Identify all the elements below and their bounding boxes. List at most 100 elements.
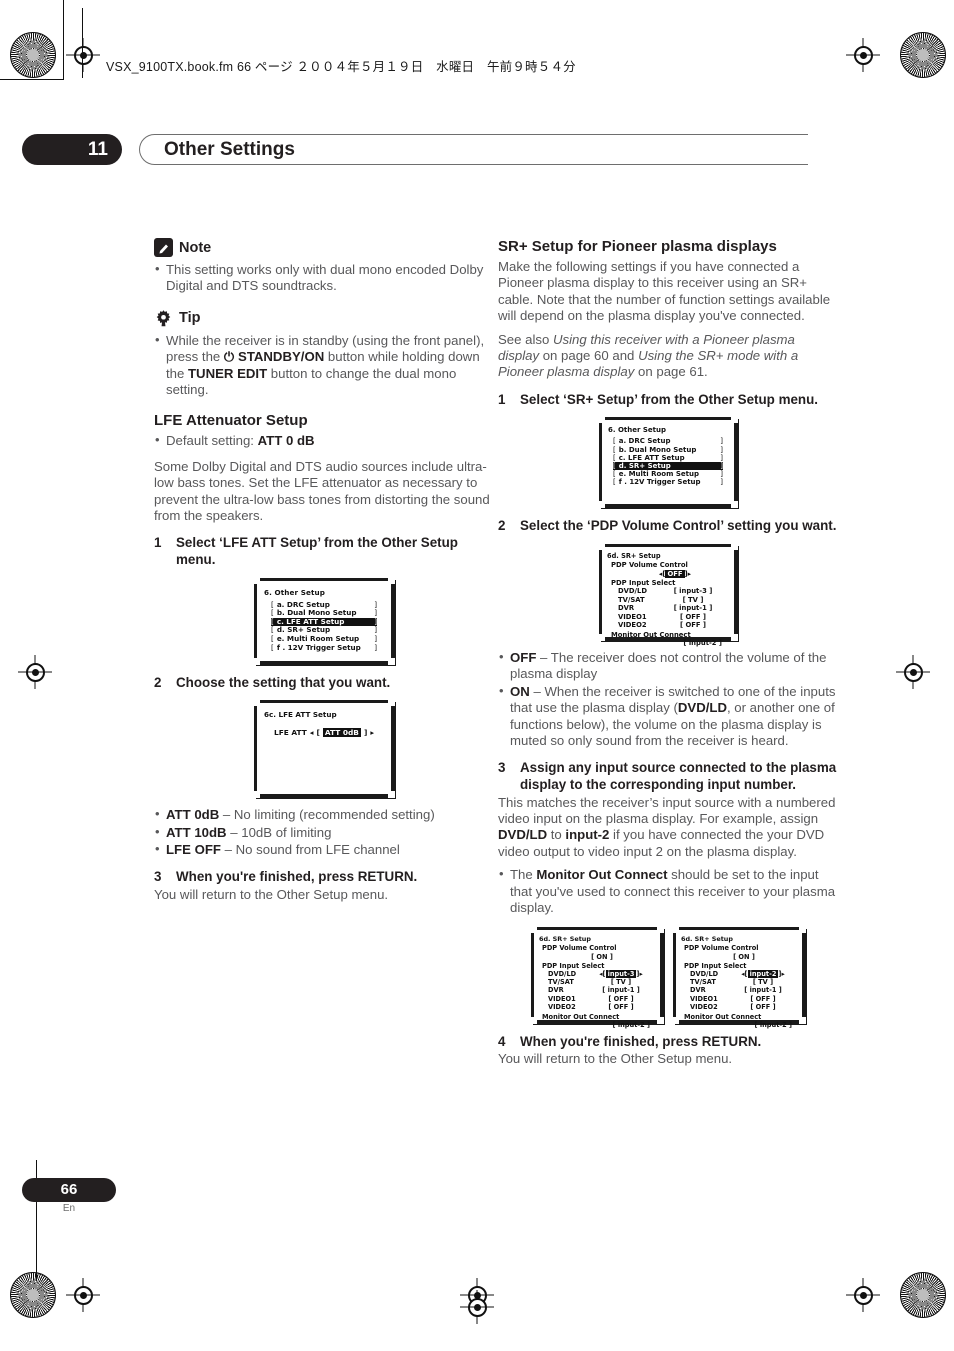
osd-input-value[interactable]: [ input-1 ] (674, 604, 713, 612)
osd-input-select-label: PDP Input Select (684, 961, 747, 970)
osd-input-name: TV/SAT (548, 977, 574, 986)
lfe-options-list: ATT 0dB – No limiting (recommended setti… (154, 806, 494, 858)
osd-input-row[interactable]: DVR [ input-1 ] (618, 604, 730, 613)
osd-menu-item-label: f . 12V Trigger Setup (276, 642, 361, 652)
option-desc: – No sound from LFE channel (220, 842, 400, 858)
osd-other-setup-wrapper: 6. Other Setup [a. DRC Setup][b. Dual Mo… (154, 576, 494, 665)
osd-input-name: DVD/LD (618, 587, 647, 596)
osd-input-value[interactable]: [ OFF ] (608, 1003, 633, 1011)
section-heading-lfe: LFE Attenuator Setup (154, 412, 308, 430)
emphasis-text: Monitor Out Connect (536, 867, 668, 883)
osd-menu-item[interactable]: [f . 12V Trigger Setup] (613, 478, 723, 486)
osd-menu-item[interactable]: [f . 12V Trigger Setup] (271, 642, 377, 653)
osd-menu-item-label: e. Multi Room Setup (618, 470, 699, 479)
registration-mark-top-mid (460, 1290, 494, 1324)
osd-input-row[interactable]: VIDEO1 [ OFF ] (618, 613, 730, 622)
osd-input-row[interactable]: TV/SAT [ TV ] (618, 596, 730, 605)
right-arrow-icon[interactable]: ▸ (688, 570, 691, 578)
note-label: Note (179, 239, 212, 256)
osd-monitor-value: [ input-2 ] (754, 1020, 792, 1029)
osd-input-value[interactable]: [ OFF ] (750, 995, 775, 1003)
osd-input-name: VIDEO1 (618, 612, 647, 621)
step-3: 3 When you're finished, press RETURN. (154, 869, 494, 886)
osd-input-value[interactable]: [ input-1 ] (744, 986, 781, 994)
list-item: While the receiver is in standby (using … (154, 332, 494, 399)
list-item: LFE OFF – No sound from LFE channel (154, 841, 494, 858)
osd-volume-value[interactable]: OFF (665, 570, 685, 579)
osd-input-row[interactable]: VIDEO2 [ OFF ] (548, 1003, 658, 1011)
osd-input-name: DVR (618, 604, 635, 613)
osd-menu-list: [a. DRC Setup][b. Dual Mono Setup][c. LF… (613, 437, 734, 486)
right-arrow-icon[interactable]: ▸ (781, 970, 784, 978)
osd-input-name: DVD/LD (548, 969, 577, 978)
osd-input-value[interactable]: [ TV ] (683, 596, 704, 604)
page-title: Other Settings (164, 139, 295, 160)
osd-input-row[interactable]: DVR [ input-1 ] (548, 986, 658, 994)
osd-input-row[interactable]: VIDEO1 [ OFF ] (548, 995, 658, 1003)
osd-input-value[interactable]: [ OFF ] (680, 621, 706, 629)
osd-input-row[interactable]: DVD/LD [ input-3 ] (618, 587, 730, 596)
osd-input-row[interactable]: VIDEO2 [ OFF ] (618, 621, 730, 630)
osd-menu-item[interactable]: [b. Dual Mono Setup] (613, 446, 723, 454)
option-name: LFE OFF (166, 842, 221, 858)
osd-input-value[interactable]: [ OFF ] (680, 613, 706, 621)
step-text: Select ‘LFE ATT Setup’ from the Other Se… (176, 535, 458, 568)
note-heading: Note (154, 238, 494, 257)
osd-input-name: DVR (690, 986, 706, 995)
option-name: ATT 0dB (166, 807, 220, 823)
osd-input-value-cell: [ TV ] (664, 596, 722, 605)
registration-mark-bottom-right (846, 1278, 880, 1312)
osd-monitor-label: Monitor Out Connect (542, 1012, 620, 1021)
osd-menu-item[interactable]: [e. Multi Room Setup] (613, 470, 723, 478)
osd-volume-label: PDP Volume Control (684, 943, 759, 952)
bracket-close: ] (720, 437, 723, 446)
osd-input-value[interactable]: input-2 (747, 969, 779, 978)
osd-input-row[interactable]: DVR [ input-1 ] (690, 986, 800, 994)
osd-input-value-cell: [ OFF ] (664, 621, 722, 630)
option-desc: – No limiting (recommended setting) (219, 807, 435, 823)
default-setting-prefix: Default setting: (166, 433, 258, 449)
osd-input-select-label: PDP Input Select (611, 579, 676, 588)
osd-input-row[interactable]: DVD/LD ◂[input-3]▸ (548, 969, 658, 978)
registration-mark-left-mid (18, 655, 52, 689)
osd-input-row[interactable]: VIDEO1 [ OFF ] (690, 995, 800, 1003)
bracket-close: ] (720, 478, 723, 487)
osd-volume-value[interactable]: [ ON ] (591, 953, 613, 961)
osd-srplus-pair: 6d. SR+ Setup PDP Volume Control[ ON ] PDP… (498, 925, 838, 1029)
osd-menu-item[interactable]: [a. DRC Setup] (613, 437, 723, 445)
osd-selected-value: ATT 0dB (322, 728, 361, 738)
osd-input-row[interactable]: TV/SAT [ TV ] (548, 978, 658, 986)
osd-input-value[interactable]: [ OFF ] (750, 1003, 775, 1011)
osd-menu-item[interactable]: [c. LFE ATT Setup] (613, 454, 723, 462)
osd-input-row[interactable]: VIDEO2 [ OFF ] (690, 1003, 800, 1011)
step-text: Choose the setting that you want. (176, 674, 391, 690)
osd-menu-item[interactable]: [d. SR+ Setup] (613, 462, 723, 471)
osd-input-value[interactable]: [ input-1 ] (602, 986, 639, 994)
bracket-open: [ (316, 728, 320, 738)
step-text: Select ‘SR+ Setup’ from the Other Setup … (520, 391, 818, 407)
osd-input-row[interactable]: TV/SAT [ TV ] (690, 978, 800, 986)
language-code: En (62, 1203, 76, 1214)
step-text: When you're finished, press RETURN. (520, 1033, 762, 1049)
registration-mark-top-left (66, 38, 100, 72)
note-bullet-list: This setting works only with dual mono e… (154, 261, 494, 295)
osd-input-value[interactable]: [ TV ] (753, 978, 773, 986)
list-item: OFF – The receiver does not control the … (498, 649, 838, 683)
osd-menu-item-label: d. SR+ Setup (618, 462, 671, 471)
osd-input-value[interactable]: input-3 (605, 969, 637, 978)
right-arrow-icon[interactable]: ▸ (639, 970, 642, 978)
osd-input-value[interactable]: [ OFF ] (608, 995, 633, 1003)
step-text: When you're finished, press RETURN. (176, 869, 418, 885)
osd-input-value-cell: [ input-1 ] (592, 986, 650, 994)
osd-menu-list: [a. DRC Setup][b. Dual Mono Setup][c. LF… (271, 600, 391, 653)
step-1: 1 Select ‘SR+ Setup’ from the Other Setu… (498, 392, 838, 409)
osd-screen-srplus-main: 6d. SR+ Setup PDP Volume Control ◂[OFF]▸ PD… (598, 543, 738, 647)
osd-volume-value[interactable]: [ ON ] (733, 953, 755, 961)
osd-input-value[interactable]: [ input-3 ] (674, 587, 713, 595)
emphasis-text: input-2 (565, 827, 610, 843)
osd-input-row[interactable]: DVD/LD ◂[input-2]▸ (690, 969, 800, 978)
default-setting-list: Default setting: ATT 0 dB (154, 432, 494, 449)
osd-input-value[interactable]: [ TV ] (611, 978, 631, 986)
osd-menu-item-label: c. LFE ATT Setup (618, 453, 685, 462)
osd-input-select-label: PDP Input Select (542, 961, 605, 970)
